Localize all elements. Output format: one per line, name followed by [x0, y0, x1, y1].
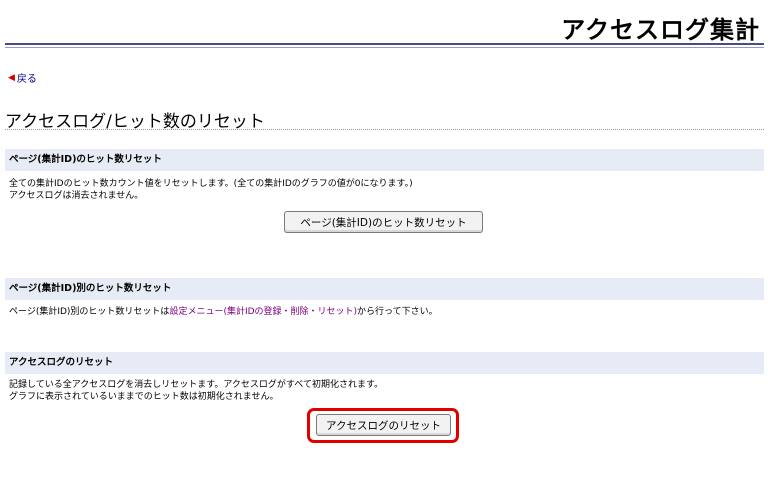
section-description-per-page-reset: ページ(集計ID)別のヒット数リセットは設定メニュー(集計IDの登録・削除・リセ… [9, 306, 438, 318]
description-line: 記録している全アクセスログを消去しリセットます。アクセスログがすべて初期化されま… [9, 380, 384, 390]
title-divider [5, 129, 764, 130]
description-line: グラフに表示されているいままでのヒット数は初期化されません。 [9, 392, 279, 402]
section-description-log-reset: 記録している全アクセスログを消去しリセットます。アクセスログがすべて初期化されま… [9, 379, 383, 403]
settings-menu-link[interactable]: 設定メニュー(集計IDの登録・削除・リセット) [169, 307, 357, 317]
back-arrow-icon: ◀ [8, 72, 15, 83]
section-header-per-page-reset: ページ(集計ID)別のヒット数リセット [5, 278, 764, 300]
reset-access-log-button[interactable]: アクセスログのリセット [316, 414, 451, 436]
description-text: ページ(集計ID)別のヒット数リセットは [9, 307, 170, 317]
app-title: アクセスログ集計 [561, 16, 760, 44]
back-link[interactable]: ◀ 戻る [8, 70, 37, 86]
description-text-end: から行って下さい。 [357, 307, 438, 317]
section-header-log-reset: アクセスログのリセット [5, 352, 764, 374]
section-description-hit-reset: 全ての集計IDのヒット数カウント値をリセットします。(全ての集計IDのグラフの値… [9, 178, 413, 202]
reset-hit-count-button[interactable]: ページ(集計ID)のヒット数リセット [284, 211, 483, 233]
back-label: 戻る [16, 74, 37, 85]
header-rule-thin [5, 47, 764, 48]
section-header-hit-reset: ページ(集計ID)のヒット数リセット [5, 149, 764, 171]
description-line: アクセスログは消去されません。 [9, 191, 144, 201]
description-line: 全ての集計IDのヒット数カウント値をリセットします。(全ての集計IDのグラフの値… [9, 179, 413, 189]
header-rule [5, 43, 764, 45]
